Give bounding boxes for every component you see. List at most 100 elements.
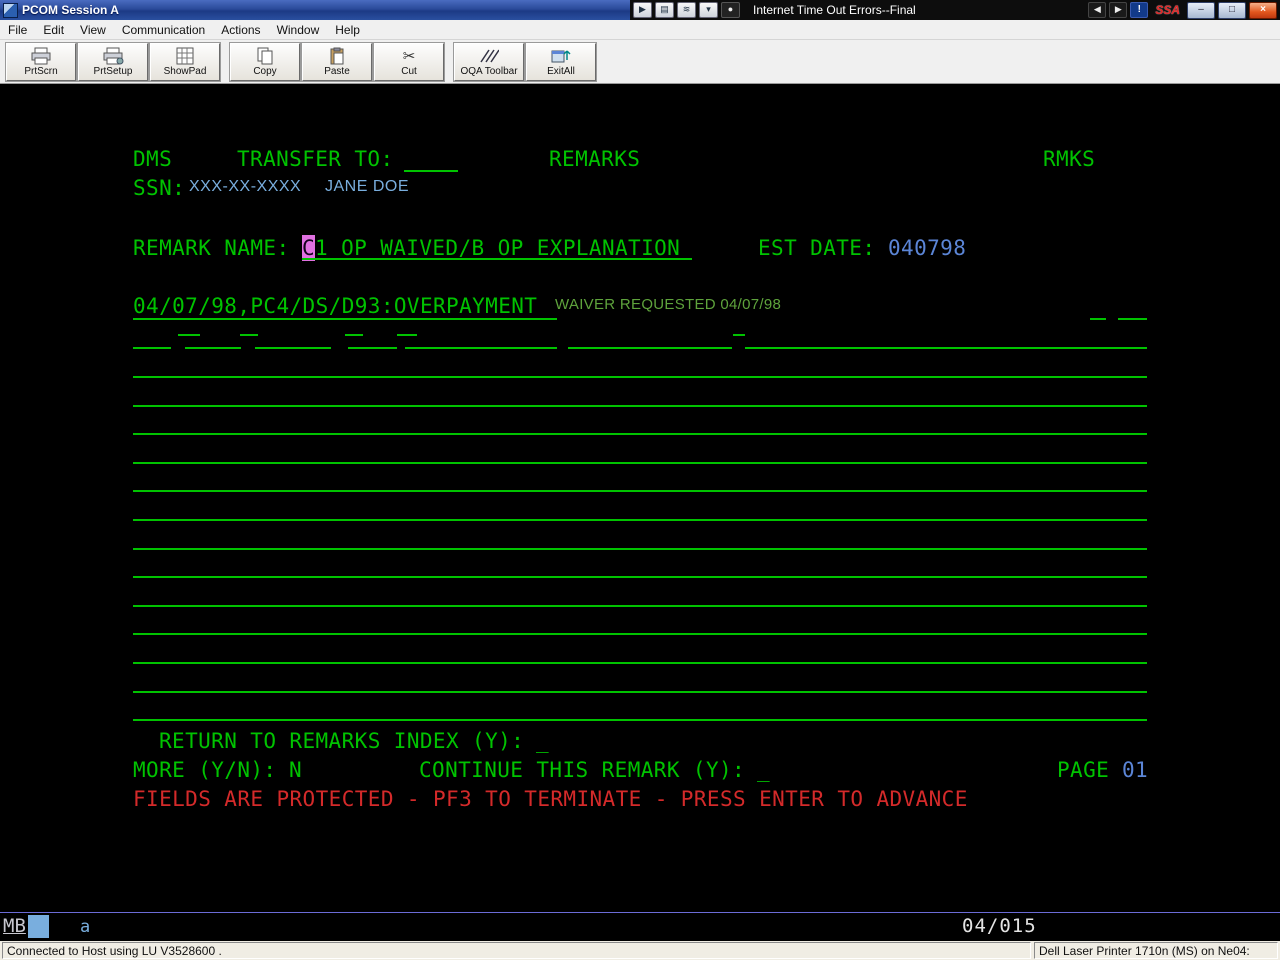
page-number: 01 bbox=[1122, 757, 1148, 783]
oqa-toolbar-button[interactable]: OQA Toolbar bbox=[454, 43, 524, 81]
terminal-screen[interactable]: DMS TRANSFER TO: REMARKS RMKS SSN: XXX-X… bbox=[0, 84, 1280, 912]
remark-field-line[interactable] bbox=[133, 576, 1147, 578]
menubar: File Edit View Communication Actions Win… bbox=[0, 20, 1280, 40]
field-line-segment bbox=[348, 347, 397, 349]
menu-view[interactable]: View bbox=[72, 20, 114, 39]
ssn-value: XXX-XX-XXXX bbox=[189, 178, 301, 196]
menu-window[interactable]: Window bbox=[269, 20, 328, 39]
field-line-segment bbox=[255, 347, 331, 349]
person-name: JANE DOE bbox=[325, 178, 409, 196]
remark-name-label: REMARK NAME: bbox=[133, 235, 290, 261]
alert-icon[interactable]: ! bbox=[1130, 2, 1148, 18]
protected-fields-message: FIELDS ARE PROTECTED - PF3 TO TERMINATE … bbox=[133, 786, 968, 812]
back-icon[interactable]: ◀ bbox=[1088, 2, 1106, 18]
cut-button[interactable]: ✂ Cut bbox=[374, 43, 444, 81]
keypad-icon bbox=[176, 47, 194, 65]
prtscrn-button[interactable]: PrtScrn bbox=[6, 43, 76, 81]
forward-icon[interactable]: ▶ bbox=[1109, 2, 1127, 18]
window-title: PCOM Session A bbox=[22, 3, 119, 17]
hatch-lines-icon bbox=[479, 47, 499, 65]
remark-field-line[interactable] bbox=[133, 519, 1147, 521]
remark-field-line[interactable] bbox=[133, 462, 1147, 464]
remark-text-line[interactable]: 04/07/98,PC4/DS/D93:OVERPAYMENT bbox=[133, 293, 537, 319]
screen-id-dms: DMS bbox=[133, 146, 172, 172]
copy-icon bbox=[256, 47, 274, 65]
remark-field-line[interactable] bbox=[133, 433, 1147, 435]
record-icon[interactable]: ● bbox=[721, 2, 740, 18]
prtsetup-button[interactable]: PrtSetup bbox=[78, 43, 148, 81]
continue-remark-field[interactable]: _ bbox=[757, 757, 770, 783]
ssa-logo: SSA bbox=[1155, 3, 1180, 17]
remark-field-line[interactable] bbox=[133, 662, 1147, 664]
exitall-button[interactable]: ExitAll bbox=[526, 43, 596, 81]
field-line-segment bbox=[133, 347, 171, 349]
statusbar: Connected to Host using LU V3528600 . De… bbox=[0, 941, 1280, 960]
field-line-segment bbox=[568, 347, 732, 349]
titlebar-overlay-strip: ▶ ▤ ≋ ▾ ● Internet Time Out Errors--Fina… bbox=[630, 0, 1280, 20]
overlay-window-title: Internet Time Out Errors--Final bbox=[753, 3, 1085, 17]
oia-session-letter: a bbox=[80, 917, 90, 937]
printer-icon bbox=[30, 47, 52, 65]
remark-field-line[interactable] bbox=[133, 633, 1147, 635]
screen-code-rmks: RMKS bbox=[1043, 146, 1095, 172]
pcom-app-icon[interactable] bbox=[3, 3, 18, 18]
paste-button[interactable]: Paste bbox=[302, 43, 372, 81]
pcom-window: PCOM Session A ▶ ▤ ≋ ▾ ● Internet Time O… bbox=[0, 0, 1280, 960]
copy-button[interactable]: Copy bbox=[230, 43, 300, 81]
transfer-to-label: TRANSFER TO: bbox=[237, 146, 394, 172]
redacted-text-remnant bbox=[345, 334, 363, 336]
exit-icon bbox=[551, 47, 571, 65]
close-button[interactable]: × bbox=[1249, 2, 1277, 19]
remark-name-field-line[interactable] bbox=[302, 258, 692, 260]
redacted-text-remnant bbox=[178, 334, 200, 336]
field-line-segment bbox=[745, 347, 1147, 349]
remark-field-line[interactable] bbox=[133, 719, 1147, 721]
scissors-icon: ✂ bbox=[403, 47, 416, 65]
field-line-segment bbox=[1090, 318, 1106, 320]
page-label: PAGE bbox=[1057, 757, 1109, 783]
waiver-overlay-note: WAIVER REQUESTED 04/07/98 bbox=[555, 296, 781, 313]
remark-field-line[interactable] bbox=[133, 691, 1147, 693]
printer-setup-icon bbox=[102, 47, 124, 65]
redacted-text-remnant bbox=[733, 334, 745, 336]
dropdown-icon[interactable]: ▾ bbox=[699, 2, 718, 18]
menu-actions[interactable]: Actions bbox=[213, 20, 268, 39]
ssn-label: SSN: bbox=[133, 175, 185, 201]
minimize-button[interactable]: – bbox=[1187, 2, 1215, 19]
transfer-to-field[interactable] bbox=[404, 170, 458, 172]
field-line-segment[interactable] bbox=[133, 318, 557, 320]
oia-cursor-block bbox=[28, 915, 49, 938]
remark-field-line[interactable] bbox=[133, 548, 1147, 550]
field-line-segment bbox=[185, 347, 241, 349]
remark-field-line[interactable] bbox=[133, 376, 1147, 378]
screen-title-remarks: REMARKS bbox=[549, 146, 640, 172]
menu-help[interactable]: Help bbox=[327, 20, 368, 39]
est-date-label: EST DATE: bbox=[758, 235, 875, 261]
pad-icon[interactable]: ▤ bbox=[655, 2, 674, 18]
titlebar-left: PCOM Session A bbox=[0, 3, 119, 18]
redacted-text-remnant bbox=[397, 334, 417, 336]
remark-field-line[interactable] bbox=[133, 605, 1147, 607]
titlebar[interactable]: PCOM Session A ▶ ▤ ≋ ▾ ● Internet Time O… bbox=[0, 0, 1280, 20]
showpad-button[interactable]: ShowPad bbox=[150, 43, 220, 81]
est-date-value[interactable]: 040798 bbox=[888, 235, 966, 261]
toolbar: PrtScrn PrtSetup ShowPad Copy Paste ✂ Cu… bbox=[0, 40, 1280, 84]
remark-field-line[interactable] bbox=[133, 405, 1147, 407]
more-value[interactable]: N bbox=[289, 757, 302, 783]
return-to-index-label: RETURN TO REMARKS INDEX (Y): bbox=[159, 728, 524, 754]
oia-indicator: MB bbox=[3, 915, 26, 937]
oia-status-row: MB a 04/015 bbox=[0, 912, 1280, 941]
menu-edit[interactable]: Edit bbox=[35, 20, 72, 39]
return-to-index-field[interactable]: _ bbox=[536, 728, 549, 754]
more-label: MORE (Y/N): bbox=[133, 757, 276, 783]
remark-field-line[interactable] bbox=[133, 490, 1147, 492]
field-line-segment bbox=[405, 347, 557, 349]
printer-status: Dell Laser Printer 1710n (MS) on Ne04: bbox=[1034, 942, 1278, 959]
speech-icon[interactable]: ≋ bbox=[677, 2, 696, 18]
menu-file[interactable]: File bbox=[0, 20, 35, 39]
maximize-button[interactable]: □ bbox=[1218, 2, 1246, 19]
oia-cursor-position: 04/015 bbox=[962, 915, 1037, 937]
menu-communication[interactable]: Communication bbox=[114, 20, 213, 39]
run-icon[interactable]: ▶ bbox=[633, 2, 652, 18]
continue-remark-label: CONTINUE THIS REMARK (Y): bbox=[419, 757, 745, 783]
